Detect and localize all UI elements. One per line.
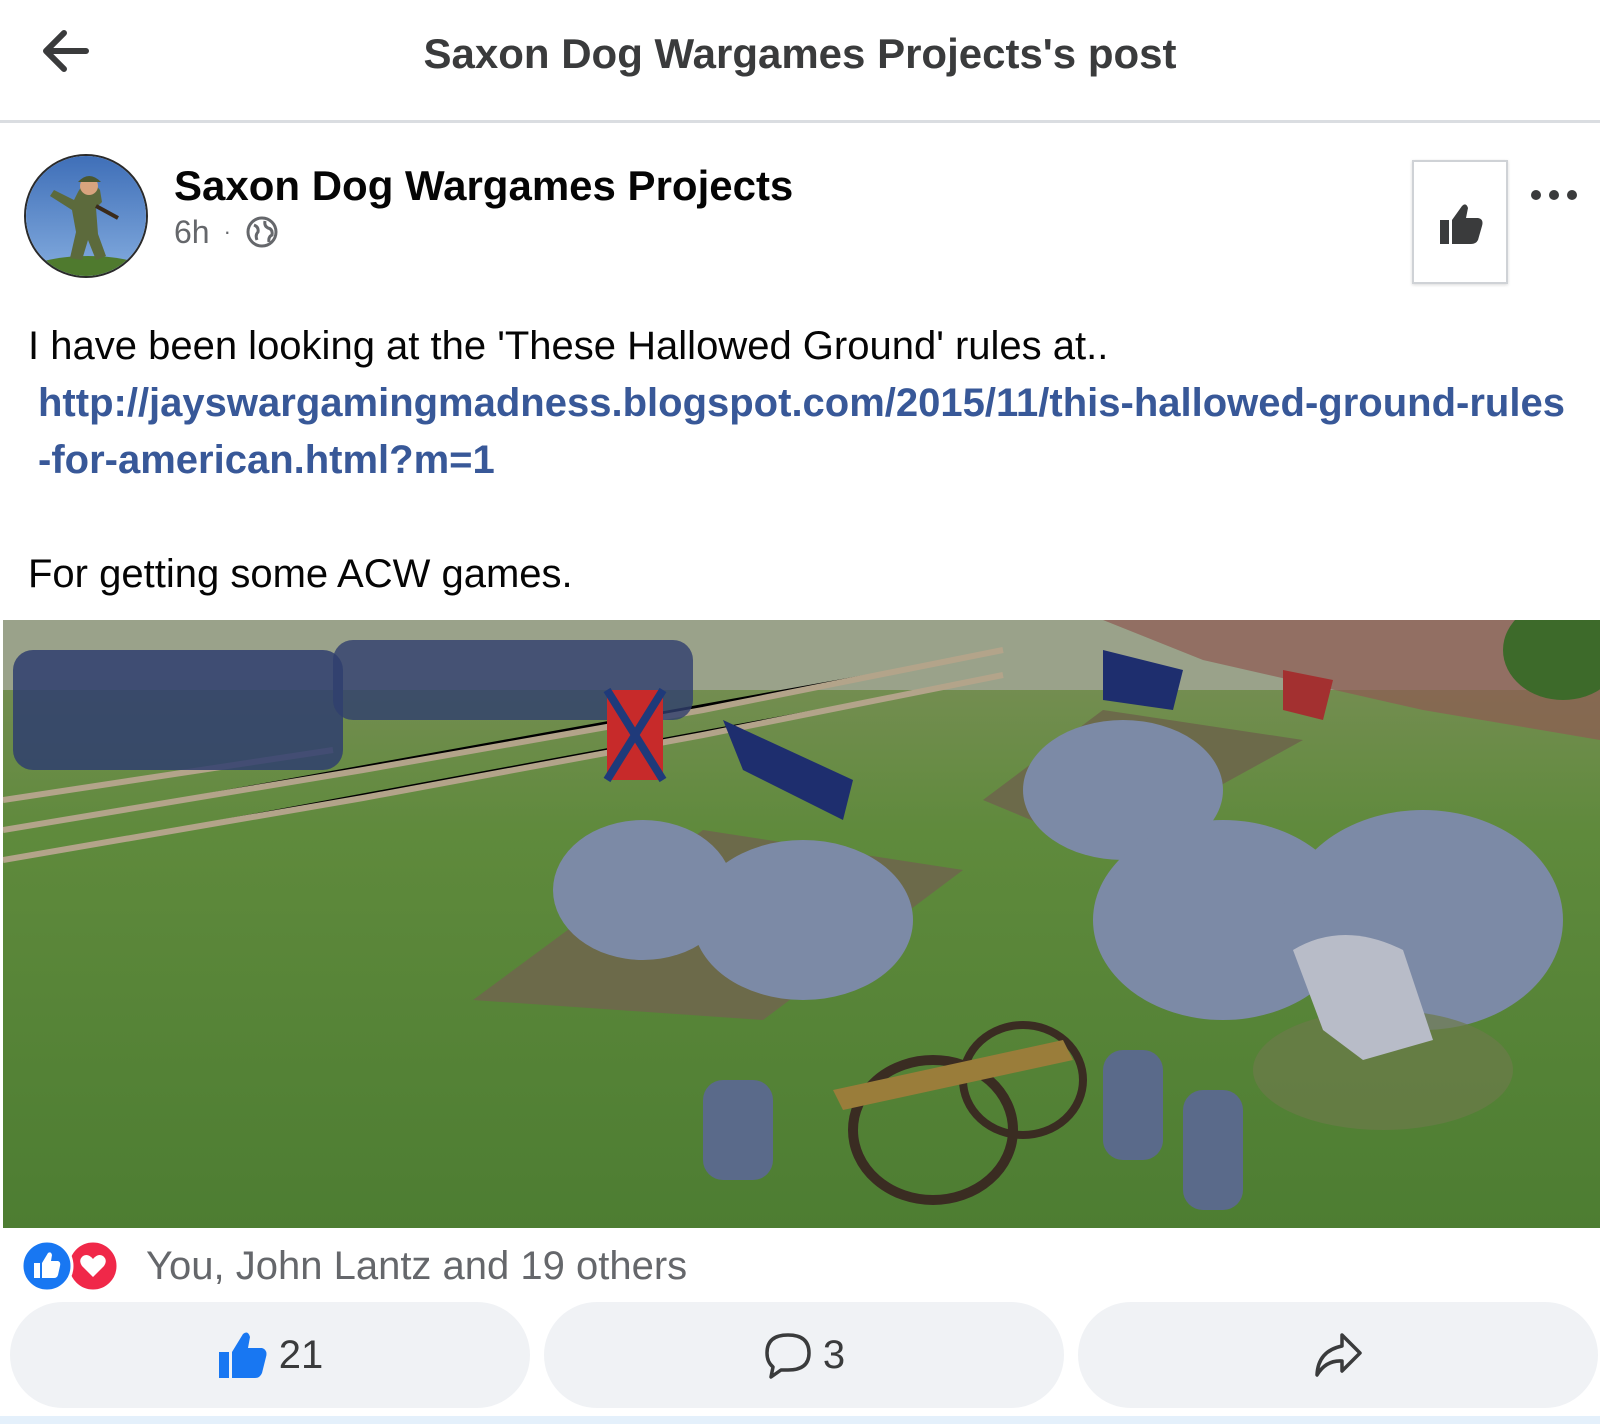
page-title: Saxon Dog Wargames Projects's post <box>423 30 1177 77</box>
meta-separator: · <box>223 219 231 244</box>
wargame-miniatures-photo <box>3 620 1600 1228</box>
top-bar: Saxon Dog Wargames Projects's post <box>0 0 1600 123</box>
comment-icon <box>765 1333 811 1379</box>
post-link[interactable]: http://jayswargamingmadness.blogspot.com… <box>38 381 1565 482</box>
thumbs-up-icon <box>1440 204 1483 244</box>
comment-button[interactable]: 3 <box>544 1302 1064 1408</box>
globe-icon <box>246 216 278 248</box>
post-time[interactable]: 6h <box>174 214 210 251</box>
like-count: 21 <box>278 1332 324 1377</box>
like-reaction-icon <box>20 1239 74 1293</box>
post-photo[interactable] <box>3 620 1600 1228</box>
avatar-image <box>26 156 146 276</box>
author-name[interactable]: Saxon Dog Wargames Projects <box>174 162 793 210</box>
post-text-line1: I have been looking at the 'These Hallow… <box>28 324 1109 368</box>
more-options-button[interactable] <box>1526 180 1586 210</box>
post-meta: 6h · <box>174 212 279 252</box>
reactions-text[interactable]: You, John Lantz and 19 others <box>146 1244 687 1289</box>
share-arrow-icon <box>1315 1333 1362 1377</box>
like-page-button[interactable] <box>1412 160 1508 284</box>
share-button[interactable] <box>1078 1302 1598 1408</box>
thumbs-up-icon <box>218 1332 267 1378</box>
post-text-line2: For getting some ACW games. <box>28 552 573 596</box>
bottom-divider <box>0 1416 1600 1424</box>
avatar[interactable] <box>24 154 148 278</box>
post-text: I have been looking at the 'These Hallow… <box>28 318 1578 603</box>
like-button[interactable]: 21 <box>10 1302 530 1408</box>
comment-count: 3 <box>822 1332 846 1377</box>
ellipsis-icon <box>1531 190 1577 200</box>
post-header: Saxon Dog Wargames Projects 6h · <box>0 150 1600 284</box>
reactions-summary[interactable]: You, John Lantz and 19 others <box>20 1238 687 1294</box>
love-reaction-icon <box>66 1239 120 1293</box>
reaction-icons <box>20 1239 126 1293</box>
